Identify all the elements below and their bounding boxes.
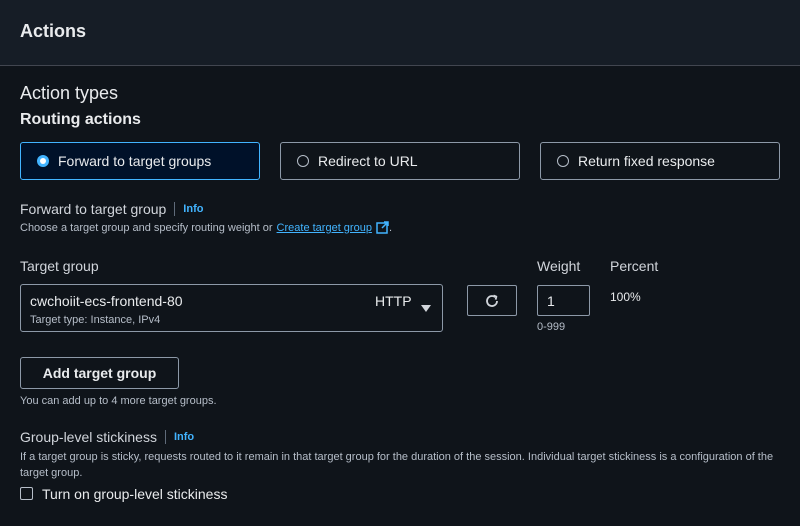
stickiness-label-row: Group-level stickiness Info <box>20 429 194 445</box>
add-target-group-hint: You can add up to 4 more target groups. <box>20 395 217 407</box>
radio-redirect[interactable] <box>297 155 309 167</box>
option-forward-to-target-groups[interactable]: Forward to target groups <box>20 142 260 180</box>
weight-input[interactable] <box>537 285 590 316</box>
percent-value: 100% <box>610 290 641 304</box>
percent-label: Percent <box>610 258 659 274</box>
forward-description: Choose a target group and specify routin… <box>20 221 392 234</box>
stickiness-checkbox-label[interactable]: Turn on group-level stickiness <box>42 486 227 502</box>
target-group-select[interactable]: cwchoiit-ecs-frontend-80 HTTP Target typ… <box>20 284 443 332</box>
target-group-value: cwchoiit-ecs-frontend-80 <box>30 293 183 309</box>
target-group-subtext: Target type: Instance, IPv4 <box>30 314 161 326</box>
create-target-group-link[interactable]: Create target group <box>277 222 372 234</box>
radio-forward[interactable] <box>37 155 49 167</box>
forward-label-row: Forward to target group Info <box>20 201 203 217</box>
divider <box>164 430 166 444</box>
divider <box>174 202 176 216</box>
option-label: Return fixed response <box>578 153 715 169</box>
weight-label: Weight <box>537 258 581 274</box>
option-label: Redirect to URL <box>318 153 418 169</box>
option-redirect-to-url[interactable]: Redirect to URL <box>280 142 520 180</box>
target-group-label: Target group <box>20 258 99 274</box>
forward-label: Forward to target group <box>20 201 167 217</box>
caret-down-icon <box>421 305 431 312</box>
forward-description-text: Choose a target group and specify routin… <box>20 221 273 234</box>
add-target-group-button[interactable]: Add target group <box>20 357 179 389</box>
actions-title: Actions <box>20 21 87 41</box>
external-link-icon[interactable] <box>376 221 389 234</box>
option-return-fixed-response[interactable]: Return fixed response <box>540 142 780 180</box>
stickiness-label: Group-level stickiness <box>20 429 157 445</box>
radio-fixed-response[interactable] <box>557 155 569 167</box>
stickiness-checkbox[interactable] <box>20 487 33 500</box>
weight-hint: 0-999 <box>537 321 566 333</box>
stickiness-description: If a target group is sticky, requests ro… <box>20 451 774 479</box>
stickiness-info-link[interactable]: Info <box>174 431 194 443</box>
forward-description-suffix: . <box>388 221 392 234</box>
forward-info-link[interactable]: Info <box>183 203 203 215</box>
actions-header: Actions <box>0 0 800 66</box>
action-types-heading: Action types <box>20 83 119 103</box>
refresh-icon <box>483 292 501 310</box>
option-label: Forward to target groups <box>58 153 212 169</box>
routing-actions-heading: Routing actions <box>20 111 141 128</box>
target-group-protocol: HTTP <box>375 293 412 309</box>
refresh-button[interactable] <box>467 285 517 316</box>
